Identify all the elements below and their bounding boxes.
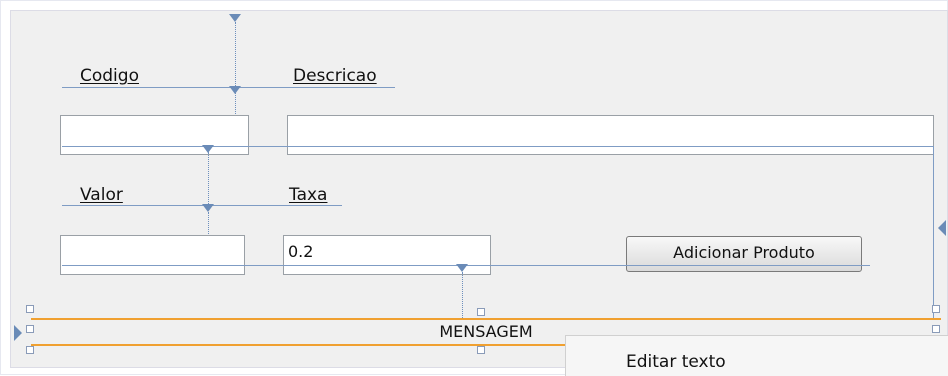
valor-label: Valor	[80, 185, 123, 205]
edit-text-menu-item[interactable]: Editar texto	[626, 352, 726, 372]
resize-handle-bm[interactable]	[477, 346, 485, 354]
descricao-label: Descricao	[293, 66, 377, 86]
valor-field[interactable]	[60, 235, 245, 275]
codigo-label: Codigo	[80, 66, 139, 86]
vertical-guide-4	[462, 272, 463, 318]
left-anchor-icon	[14, 325, 22, 341]
top-anchor-icon	[229, 14, 241, 22]
baseline-anchor-icon-2	[202, 204, 214, 212]
resize-handle-r[interactable]	[932, 325, 940, 333]
resize-handle-tm[interactable]	[477, 308, 485, 316]
resize-handle-tl[interactable]	[26, 305, 34, 313]
descricao-field[interactable]	[287, 115, 934, 155]
right-edge-guide	[933, 146, 934, 318]
codigo-field[interactable]	[60, 115, 249, 155]
vertical-guide-2	[208, 152, 209, 204]
add-product-button[interactable]: Adicionar Produto	[626, 236, 862, 272]
resize-handle-tr[interactable]	[932, 305, 940, 313]
field-baseline-guide	[62, 146, 934, 147]
taxa-label: Taxa	[289, 185, 328, 205]
field-anchor-icon-2	[456, 264, 468, 272]
context-menu: Editar texto	[565, 335, 948, 376]
resize-handle-bl[interactable]	[26, 346, 34, 354]
resize-handle-l[interactable]	[26, 325, 34, 333]
baseline-anchor-icon	[229, 86, 241, 94]
right-anchor-icon	[938, 220, 946, 236]
